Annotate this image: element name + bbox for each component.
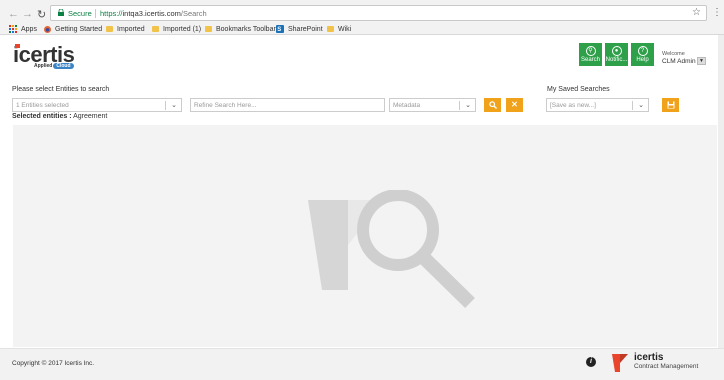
- bookmark-label: Bookmarks Toolbar: [216, 25, 276, 33]
- bookmark-label: Wiki: [338, 25, 352, 33]
- search-results-area: [13, 125, 717, 347]
- search-nav-button[interactable]: ⚲ Search: [579, 43, 602, 66]
- chevron-down-icon: ⌄: [638, 102, 644, 109]
- bookmark-star-icon[interactable]: ☆: [692, 7, 701, 18]
- help-nav-button[interactable]: ? Help: [631, 43, 654, 66]
- url-text: https://intqa3.icertis.com/Search: [100, 9, 207, 18]
- info-icon[interactable]: i: [586, 357, 596, 367]
- metadata-select-value: Metadata: [393, 102, 421, 109]
- welcome-label: Welcome: [662, 51, 685, 57]
- bookmark-label: SharePoint: [288, 25, 323, 33]
- firefox-icon: [44, 25, 51, 33]
- url-host: intqa3.icertis.com: [122, 9, 181, 18]
- back-icon[interactable]: ←: [8, 8, 19, 20]
- apps-grid-icon: [9, 25, 17, 33]
- run-search-button[interactable]: [484, 98, 501, 112]
- applied-cloud-tagline: Applied Cloud: [34, 63, 74, 69]
- bookmark-wiki[interactable]: Wiki: [327, 24, 351, 34]
- copyright-text: Copyright © 2017 Icertis Inc.: [12, 360, 95, 367]
- selected-entities-label: Selected entities :: [12, 113, 72, 120]
- selected-entities-value: Agreement: [73, 113, 108, 120]
- url-scheme: https://: [100, 9, 123, 18]
- refine-search-placeholder: Refine Search Here...: [194, 102, 257, 109]
- close-icon: ✕: [511, 100, 518, 109]
- bookmark-imported-1[interactable]: Imported (1): [152, 24, 201, 34]
- icertis-mark-icon: [612, 354, 628, 372]
- user-name[interactable]: CLM Admin: [662, 58, 696, 65]
- chevron-down-icon: ⌄: [465, 102, 471, 109]
- folder-icon: [152, 26, 159, 32]
- browser-menu-icon[interactable]: ⋮: [712, 7, 722, 18]
- address-bar[interactable]: Secure https://intqa3.icertis.com/Search…: [50, 5, 707, 21]
- browser-chrome: ← → ↻ Secure https://intqa3.icertis.com/…: [0, 0, 724, 35]
- address-divider: [95, 9, 96, 18]
- logo-accent-mark: [15, 44, 20, 48]
- folder-icon: [106, 26, 113, 32]
- notifications-nav-button[interactable]: ● Notific...: [605, 43, 628, 66]
- saved-searches-select[interactable]: [Save as new...] ⌄: [546, 98, 649, 112]
- bookmark-label: Apps: [21, 25, 37, 33]
- entities-label: Please select Entities to search: [12, 86, 110, 93]
- folder-icon: [205, 26, 212, 32]
- applied-label: Applied: [34, 63, 53, 69]
- bookmark-sharepoint[interactable]: S SharePoint: [276, 24, 323, 34]
- lock-icon: [58, 9, 64, 16]
- bookmark-label: Getting Started: [55, 25, 103, 33]
- reload-icon[interactable]: ↻: [37, 8, 46, 21]
- forward-icon[interactable]: →: [22, 8, 33, 20]
- button-label: Help: [636, 57, 649, 63]
- empty-search-watermark-icon: [308, 190, 475, 309]
- selected-entities: Selected entities : Agreement: [12, 113, 107, 120]
- bookmark-getting-started[interactable]: Getting Started: [44, 24, 102, 34]
- entities-select[interactable]: 1 Entities selected ⌄: [12, 98, 182, 112]
- bookmark-apps[interactable]: Apps: [9, 24, 37, 34]
- saved-searches-label: My Saved Searches: [547, 86, 610, 93]
- svg-text:S: S: [277, 27, 281, 33]
- secure-label: Secure: [68, 9, 92, 18]
- bookmark-bookmarks-toolbar[interactable]: Bookmarks Toolbar: [205, 24, 276, 34]
- select-divider: [165, 101, 166, 110]
- footer: Copyright © 2017 Icertis Inc. i icertis …: [0, 348, 724, 380]
- sharepoint-icon: S: [276, 25, 284, 33]
- entities-select-value: 1 Entities selected: [16, 102, 69, 109]
- metadata-select[interactable]: Metadata ⌄: [389, 98, 476, 112]
- bookmark-imported[interactable]: Imported: [106, 24, 145, 34]
- bookmark-label: Imported (1): [163, 25, 202, 33]
- button-label: Notific...: [605, 57, 628, 63]
- save-icon: [667, 101, 674, 109]
- bell-icon: ●: [611, 46, 622, 56]
- folder-icon: [327, 26, 334, 32]
- search-icon: ⚲: [585, 46, 596, 56]
- refine-search-input[interactable]: Refine Search Here...: [190, 98, 385, 112]
- bookmark-label: Imported: [117, 25, 145, 33]
- footer-brand-subtitle: Contract Management: [634, 363, 699, 370]
- select-divider: [459, 101, 460, 110]
- clear-search-button[interactable]: ✕: [506, 98, 523, 112]
- cloud-badge: Cloud: [53, 63, 74, 69]
- button-label: Search: [580, 57, 600, 63]
- url-path: /Search: [180, 9, 207, 18]
- user-menu-dropdown-icon[interactable]: ▼: [697, 57, 706, 65]
- page-scrollbar[interactable]: [718, 35, 724, 348]
- save-search-button[interactable]: [662, 98, 679, 112]
- saved-searches-value: [Save as new...]: [550, 102, 596, 109]
- chevron-down-icon: ⌄: [171, 102, 177, 109]
- select-divider: [632, 101, 633, 110]
- question-icon: ?: [637, 46, 648, 56]
- footer-brand: icertis: [634, 352, 664, 363]
- search-icon: [488, 101, 497, 109]
